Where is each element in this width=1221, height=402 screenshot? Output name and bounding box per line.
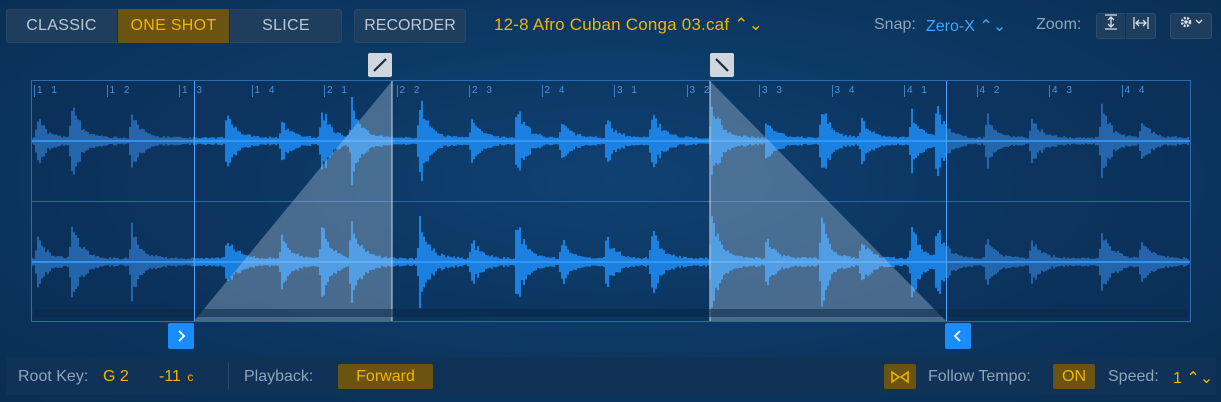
flex-icon[interactable]	[884, 364, 916, 389]
sample-editor: CLASSIC ONE SHOT SLICE RECORDER 12-8 Afr…	[0, 0, 1221, 402]
fine-tune-number: -11	[159, 368, 181, 385]
zoom-controls	[1096, 13, 1156, 39]
sample-end-marker[interactable]	[945, 323, 971, 349]
follow-tempo-label: Follow Tempo:	[928, 368, 1031, 385]
fine-tune-value[interactable]: -11 c	[159, 368, 193, 386]
sample-start-line	[194, 81, 195, 321]
zoom-label: Zoom:	[1036, 16, 1082, 33]
divider	[228, 362, 229, 390]
zoom-vertical-icon[interactable]	[1096, 13, 1126, 39]
snap-selector[interactable]: Zero-X ⌃⌄	[926, 16, 1006, 36]
root-key-value[interactable]: G 2	[103, 368, 129, 386]
playback-mode-selector[interactable]: Forward	[338, 364, 433, 389]
sample-end-line	[946, 81, 947, 321]
fade-out-handle[interactable]	[710, 53, 734, 77]
fade-in-handle[interactable]	[368, 53, 392, 77]
playback-label: Playback:	[244, 368, 314, 385]
sample-file-selector[interactable]: 12-8 Afro Cuban Conga 03.caf ⌃⌄	[494, 15, 763, 35]
recorder-button[interactable]: RECORDER	[354, 9, 466, 43]
waveform-display[interactable]: 1 11 21 31 42 12 22 32 43 13 23 33 44 14…	[31, 80, 1191, 322]
snap-label: Snap:	[874, 16, 916, 33]
mode-segmented-control: CLASSIC ONE SHOT SLICE	[6, 9, 342, 43]
mode-slice-button[interactable]: SLICE	[230, 9, 342, 43]
mode-classic-button[interactable]: CLASSIC	[6, 9, 118, 43]
sample-start-marker[interactable]	[168, 323, 194, 349]
mode-one-shot-button[interactable]: ONE SHOT	[118, 9, 230, 43]
zoom-horizontal-icon[interactable]	[1126, 13, 1156, 39]
speed-label: Speed:	[1108, 368, 1159, 385]
speed-selector[interactable]: 1 ⌃⌄	[1173, 368, 1213, 388]
follow-tempo-toggle[interactable]: ON	[1053, 364, 1095, 389]
fine-tune-unit: c	[187, 370, 194, 384]
gear-icon[interactable]	[1170, 13, 1212, 39]
root-key-label: Root Key:	[18, 368, 89, 385]
waveform	[32, 81, 1190, 321]
